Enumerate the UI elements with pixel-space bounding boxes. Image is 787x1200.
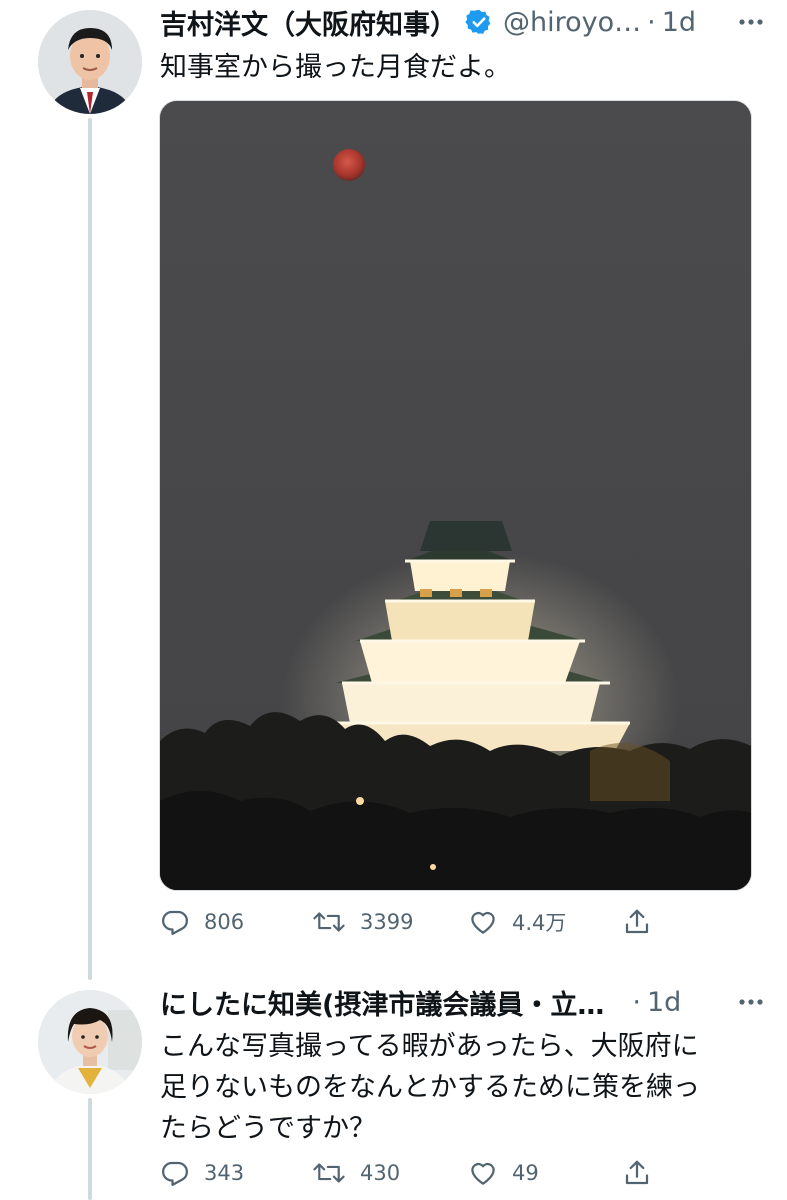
like-count: 49 [512,1161,539,1185]
share-icon [622,1158,652,1188]
like-button[interactable]: 49 [468,1151,539,1195]
retweet-button[interactable]: 430 [312,1151,400,1195]
retweet-icon [312,907,346,937]
tweet-header: にしたに知美(摂津市議会議員・立… · 1d [160,980,771,1024]
retweet-count: 3399 [360,910,414,934]
separator-dot: · [647,6,656,38]
separator-dot: · [632,986,641,1018]
moon [333,149,365,181]
more-options-icon[interactable] [731,980,771,1024]
tweet-actions: 806 3399 4.4万 [160,900,680,944]
retweet-icon [312,1158,346,1188]
verified-badge-icon [465,8,493,36]
tweet-actions: 343 430 49 [160,1151,680,1195]
author-name[interactable]: にしたに知美(摂津市議会議員・立… [160,983,604,1022]
share-button[interactable] [622,900,652,944]
more-options-icon[interactable] [731,0,771,44]
share-icon [622,907,652,937]
reply-count: 343 [204,1161,245,1185]
author-handle[interactable]: @hiroyo… [503,7,641,38]
like-button[interactable]: 4.4万 [468,900,566,944]
thread-line [88,1098,92,1200]
like-count: 4.4万 [512,911,567,935]
timestamp[interactable]: 1d [662,7,696,38]
reply-button[interactable]: 343 [160,1151,244,1195]
tweet-text: こんな写真撮ってる暇があったら、大阪府に 足りないものをなんとかするために策を練… [160,1031,700,1144]
reply-icon [160,1158,190,1188]
heart-icon [468,907,498,937]
reply-count: 806 [204,910,245,934]
retweet-button[interactable]: 3399 [312,900,413,944]
timestamp[interactable]: 1d [647,987,681,1018]
tweet-photo[interactable] [159,100,752,891]
thread-line [88,118,92,980]
avatar[interactable] [38,10,142,114]
tweet-header: 吉村洋文（大阪府知事） @hiroyo… · 1d [160,0,771,44]
avatar[interactable] [38,990,142,1094]
retweet-count: 430 [360,1161,401,1185]
tweet-text: 知事室から撮った月食だよ。 [160,52,511,83]
heart-icon [468,1158,498,1188]
reply-icon [160,907,190,937]
reply-button[interactable]: 806 [160,900,244,944]
author-name[interactable]: 吉村洋文（大阪府知事） [160,3,457,42]
share-button[interactable] [622,1151,652,1195]
